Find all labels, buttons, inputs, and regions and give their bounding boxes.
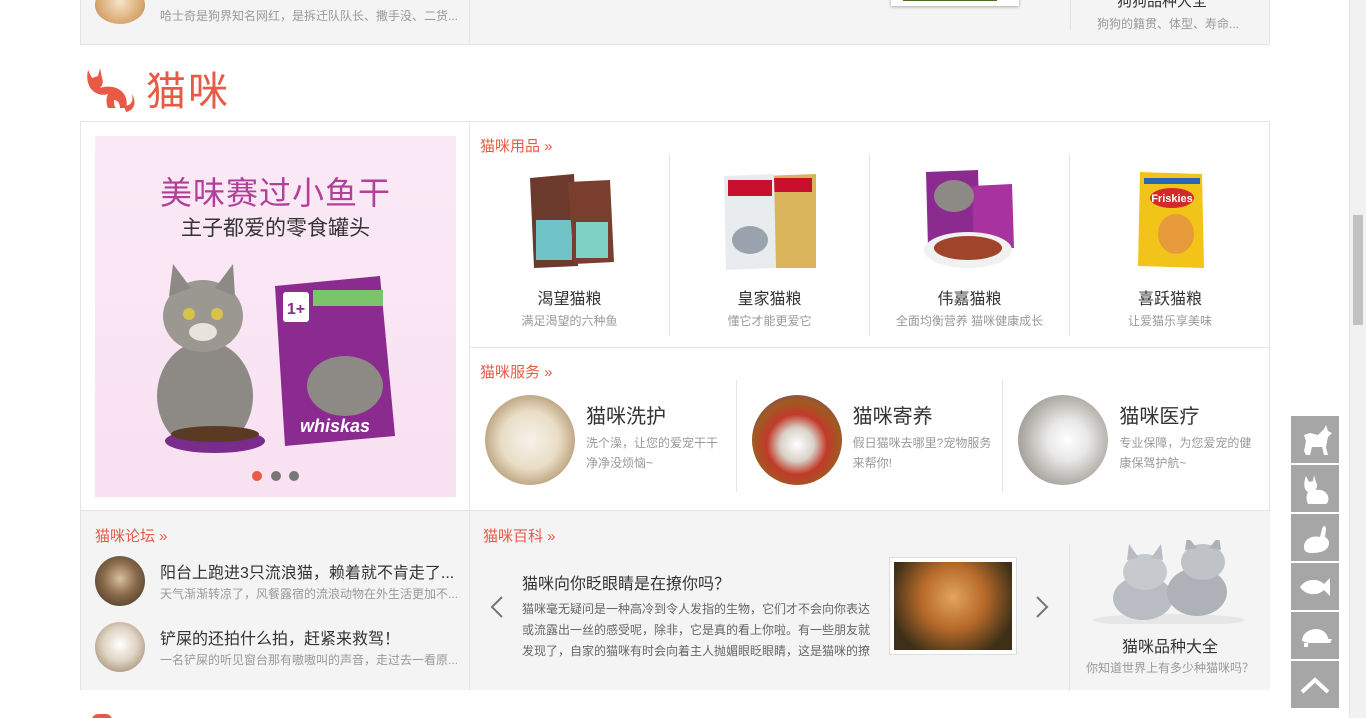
- product-desc: 全面均衡营养 猫咪健康成长: [895, 314, 1044, 328]
- service-list: 猫咪洗护 洗个澡，让您的爱宠干干净净没烦恼~ 猫咪寄养 假日猫咪去哪里?宠物服务…: [470, 380, 1270, 492]
- side-tool-turtle[interactable]: [1291, 612, 1339, 659]
- banner-product-illustration: 1+ whiskas: [157, 264, 395, 453]
- fish-icon: [1300, 577, 1330, 596]
- forum-title[interactable]: 阳台上跑进3只流浪猫，赖着就不肯走了...: [160, 559, 458, 583]
- service-desc: 假日猫咪去哪里?宠物服务来帮你!: [852, 436, 992, 470]
- breed-desc: 你知道世界上有多少种猫咪吗？: [1085, 661, 1254, 675]
- wiki-heading[interactable]: 猫咪百科 »: [483, 525, 556, 546]
- whiskas-pouch-icon: [923, 170, 1014, 268]
- services-heading[interactable]: 猫咪服务 »: [480, 361, 553, 382]
- promo-banner[interactable]: 美味赛过小鱼干 主子都爱的零食罐头 1+ whiskas: [95, 136, 456, 497]
- product-name: 渴望猫粮: [537, 291, 602, 308]
- service-desc: 洗个澡，让您的爱宠干干净净没烦恼~: [586, 436, 719, 470]
- grooming-photo: [485, 395, 575, 485]
- side-tool-rabbit[interactable]: [1291, 514, 1339, 561]
- cat-services: 猫咪服务 » 猫咪洗护 洗个澡，让您的爱宠干干净净没烦恼~ 猫咪寄养 假日猫咪去…: [470, 348, 1270, 510]
- forum-heading[interactable]: 猫咪论坛 »: [95, 525, 168, 546]
- carousel-dots: [95, 468, 456, 486]
- svg-text:whiskas: whiskas: [300, 416, 370, 436]
- side-tool-dog[interactable]: [1291, 416, 1339, 463]
- forum-snippet[interactable]: 哈士奇是狗界知名网红，是拆迁队队长、撒手没、二货...: [160, 7, 458, 24]
- turtle-icon: [1302, 628, 1332, 647]
- service-card[interactable]: 猫咪医疗 专业保障，为您爱宠的健康保驾护航~: [1003, 380, 1270, 492]
- carousel-dot-3[interactable]: [288, 471, 299, 481]
- dog-wiki-image[interactable]: [891, 0, 1019, 6]
- page-scrollbar[interactable]: [1349, 0, 1366, 718]
- product-card[interactable]: 皇家猫粮 懂它才能更爱它: [670, 154, 870, 336]
- product-card[interactable]: Friskies 喜跃猫粮 让爱猫乐享美味: [1070, 154, 1270, 336]
- forum-avatar[interactable]: [95, 0, 145, 24]
- service-name: 猫咪医疗: [1119, 406, 1200, 428]
- product-desc: 让爱猫乐享美味: [1127, 314, 1212, 328]
- product-card[interactable]: 渴望猫粮 满足渴望的六种鱼: [470, 154, 670, 336]
- service-name: 猫咪寄养: [852, 406, 933, 428]
- service-card[interactable]: 猫咪寄养 假日猫咪去哪里?宠物服务来帮你!: [737, 380, 1004, 492]
- rabbit-icon: [1304, 525, 1329, 553]
- banner-subtitle: 主子都爱的零食罐头: [181, 217, 370, 240]
- cat-supplies: 猫咪用品 » 渴望猫粮 满足渴望的六种鱼 皇家猫粮 懂它才能更爱它 伟嘉猫粮 全…: [470, 122, 1270, 348]
- product-desc: 满足渴望的六种鱼: [521, 314, 618, 328]
- boarding-photo: [751, 395, 842, 485]
- breed-title: 猫咪品种大全: [1121, 639, 1218, 656]
- section-title: 猫咪: [146, 70, 230, 114]
- royal-canin-bag-icon: [723, 174, 816, 270]
- dog-breeds-desc: 狗狗的籍贯、体型、寿命...: [1097, 17, 1240, 31]
- dog-breeds-title[interactable]: 狗狗品种大全: [1117, 0, 1207, 11]
- cat-wiki: 猫咪百科 » 猫咪向你眨眼睛是在撩你吗？ 猫咪毫无疑问是一种高冷到令人发指的生物…: [470, 510, 1270, 691]
- friskies-bag-icon: Friskies: [1138, 172, 1204, 268]
- side-tool-fish[interactable]: [1291, 563, 1339, 610]
- next-arrow-icon[interactable]: [1035, 595, 1049, 619]
- forum-item[interactable]: 铲屎的还拍什么拍，赶紧来救驾！ 一名铲屎的听见窗台那有嗷嗷叫的声音，走过去一看原…: [95, 622, 465, 676]
- prev-arrow-icon[interactable]: [490, 595, 504, 619]
- carousel-dot-1[interactable]: [252, 471, 263, 481]
- carousel-dot-2[interactable]: [270, 471, 281, 481]
- wiki-article-image[interactable]: [889, 557, 1017, 655]
- dog-icon: [1304, 424, 1332, 455]
- service-desc: 专业保障，为您爱宠的健康保驾护航~: [1119, 436, 1252, 470]
- dog-section-tail: 哈士奇是狗界知名网红，是拆迁队队长、撒手没、二货... 狗狗品种大全 狗狗的籍贯…: [80, 0, 1270, 45]
- forum-avatar: [95, 622, 145, 672]
- product-list: 渴望猫粮 满足渴望的六种鱼 皇家猫粮 懂它才能更爱它 伟嘉猫粮 全面均衡营养 猫…: [470, 154, 1270, 336]
- breed-link[interactable]: 猫咪品种大全 你知道世界上有多少种猫咪吗？: [1069, 540, 1270, 691]
- wiki-article-text: 猫咪毫无疑问是一种高冷到令人发指的生物，它们才不会向你表达或流露出一丝的感受呢，…: [522, 602, 871, 658]
- cat-section-box: 美味赛过小鱼干 主子都爱的零食罐头 1+ whiskas 猫咪用品 » 渴望猫粮…: [80, 121, 1270, 691]
- back-to-top-icon: [1300, 676, 1330, 693]
- wiki-article-title[interactable]: 猫咪向你眨眼睛是在撩你吗？: [522, 570, 730, 594]
- product-desc: 懂它才能更爱它: [727, 314, 812, 328]
- forum-avatar: [95, 556, 145, 606]
- forum-desc: 天气渐渐转凉了，风餐露宿的流浪动物在外生活更加不...: [160, 587, 458, 601]
- cat-forum: 猫咪论坛 » 阳台上跑进3只流浪猫，赖着就不肯走了... 天气渐渐转凉了，风餐露…: [81, 510, 470, 690]
- dog-forum-tail: 哈士奇是狗界知名网红，是拆迁队队长、撒手没、二货...: [81, 0, 470, 44]
- service-card[interactable]: 猫咪洗护 洗个澡，让您的爱宠干干净净没烦恼~: [470, 380, 737, 492]
- product-name: 喜跃猫粮: [1137, 291, 1202, 308]
- forum-item[interactable]: 阳台上跑进3只流浪猫，赖着就不肯走了... 天气渐渐转凉了，风餐露宿的流浪动物在…: [95, 556, 465, 610]
- cat-icon: [87, 68, 135, 112]
- banner-column: 美味赛过小鱼干 主子都爱的零食罐头 1+ whiskas: [81, 122, 470, 510]
- svg-text:Friskies: Friskies: [1151, 193, 1193, 205]
- next-section-heading-top: [92, 708, 212, 718]
- supplies-heading[interactable]: 猫咪用品 »: [480, 135, 553, 156]
- service-name: 猫咪洗护: [586, 406, 666, 428]
- forum-title[interactable]: 铲屎的还拍什么拍，赶紧来救驾！: [160, 625, 458, 649]
- product-name: 皇家猫粮: [737, 291, 802, 308]
- medical-photo: [1018, 395, 1109, 485]
- kittens-illustration: [1093, 540, 1245, 624]
- back-to-top-button[interactable]: [1291, 661, 1339, 708]
- side-tool-cat[interactable]: [1291, 465, 1339, 512]
- scrollbar-thumb[interactable]: [1353, 215, 1363, 325]
- section-heading: 猫咪: [80, 62, 230, 114]
- page: 哈士奇是狗界知名网红，是拆迁队队长、撒手没、二货... 狗狗品种大全 狗狗的籍贯…: [0, 0, 1366, 718]
- banner-title: 美味赛过小鱼干: [159, 175, 391, 211]
- side-toolbar: [1291, 416, 1339, 710]
- forum-desc: 一名铲屎的听见窗台那有嗷嗷叫的声音，走过去一看原...: [160, 653, 458, 667]
- cat-icon: [1304, 474, 1329, 504]
- product-name: 伟嘉猫粮: [937, 291, 1002, 308]
- orijen-bag-icon: [529, 174, 614, 268]
- svg-text:1+: 1+: [287, 301, 305, 318]
- product-card[interactable]: 伟嘉猫粮 全面均衡营养 猫咪健康成长: [870, 154, 1070, 336]
